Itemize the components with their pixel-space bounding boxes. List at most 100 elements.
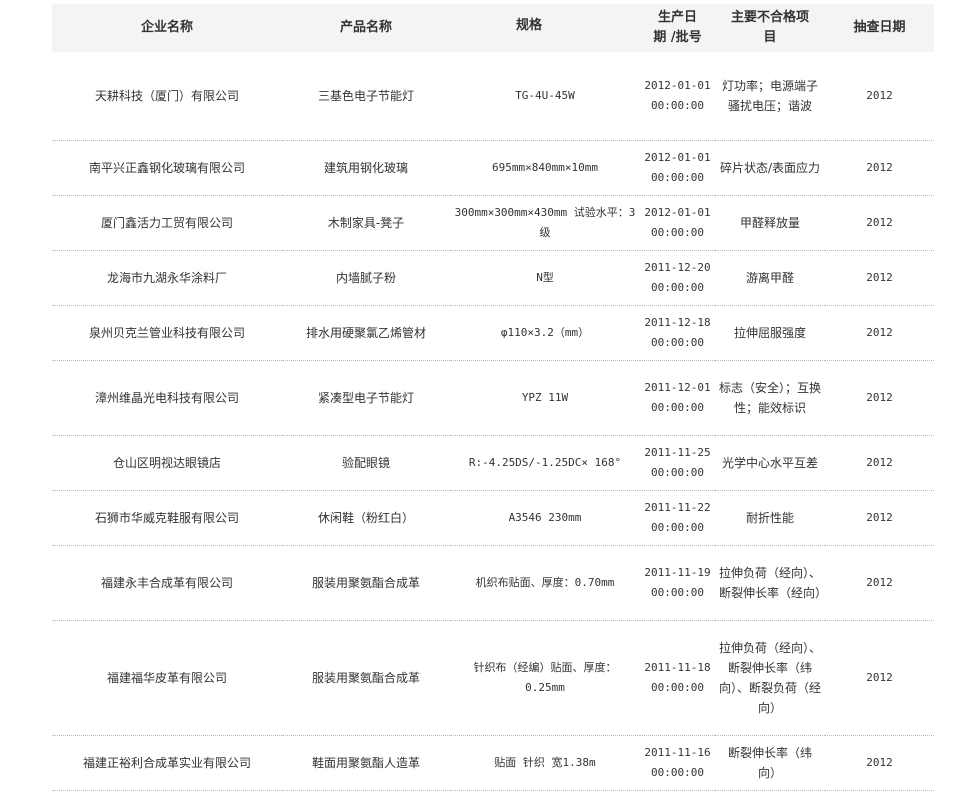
cell-spec: R:-4.25DS/-1.25DC× 168° [450, 435, 640, 491]
cell-spec: 机织布贴面、厚度：0.70mm [450, 545, 640, 621]
cell-company: 漳州维晶光电科技有限公司 [52, 360, 282, 436]
cell-spec: YPZ 11W [450, 360, 640, 436]
header-date-batch-line2: 期 /批号 [653, 30, 702, 45]
production-date: 2012-01-01 [644, 78, 711, 92]
production-time: 00:00:00 [651, 170, 704, 184]
table-row: 龙海市九湖永华涂料厂 内墙腻子粉 N型 2011-12-20 00:00:00 游离甲醛 2… [52, 250, 934, 306]
inspection-table: 企业名称 产品名称 规格 生产日期 /批号 主要不合格项目 抽查日期 天耕科技（… [52, 4, 934, 791]
cell-check-date: 2012 [825, 305, 934, 361]
table-row: 仓山区明视达眼镜店 验配眼镜 R:-4.25DS/-1.25DC× 168° 2011… [52, 435, 934, 491]
cell-company: 龙海市九湖永华涂料厂 [52, 250, 282, 306]
cell-production-date: 2012-01-01 00:00:00 [640, 195, 715, 251]
cell-company: 厦门鑫活力工贸有限公司 [52, 195, 282, 251]
header-date-batch: 生产日期 /批号 [640, 4, 715, 52]
cell-product: 内墙腻子粉 [282, 250, 450, 306]
cell-product: 排水用硬聚氯乙烯管材 [282, 305, 450, 361]
cell-defects: 灯功率；电源端子骚扰电压；谐波 [715, 52, 825, 141]
cell-product: 紧凑型电子节能灯 [282, 360, 450, 436]
cell-check-date: 2012 [825, 435, 934, 491]
header-product-label: 产品名称 [339, 20, 392, 35]
table-row: 漳州维晶光电科技有限公司 紧凑型电子节能灯 YPZ 11W 2011-12-01 00:… [52, 360, 934, 436]
production-time: 00:00:00 [651, 400, 704, 414]
cell-defects: 甲醛释放量 [715, 195, 825, 251]
cell-spec: 针织布（经编）贴面、厚度：0.25mm [450, 620, 640, 736]
cell-production-date: 2012-01-01 00:00:00 [640, 52, 715, 141]
cell-product: 服装用聚氨酯合成革 [282, 620, 450, 736]
cell-company: 福建永丰合成革有限公司 [52, 545, 282, 621]
header-check-date-label: 抽查日期 [853, 20, 906, 35]
header-date-batch-line1: 生产日 [657, 10, 697, 25]
cell-production-date: 2011-12-01 00:00:00 [640, 360, 715, 436]
production-time: 00:00:00 [651, 680, 704, 694]
production-time: 00:00:00 [651, 225, 704, 239]
table-header-row: 企业名称 产品名称 规格 生产日期 /批号 主要不合格项目 抽查日期 [52, 4, 934, 52]
cell-product: 验配眼镜 [282, 435, 450, 491]
cell-defects: 光学中心水平互差 [715, 435, 825, 491]
header-defects-line2: 目 [763, 30, 777, 45]
header-defects-line1: 主要不合格项 [730, 10, 809, 25]
cell-check-date: 2012 [825, 620, 934, 736]
cell-check-date: 2012 [825, 52, 934, 141]
cell-production-date: 2011-11-18 00:00:00 [640, 620, 715, 736]
production-date: 2011-11-25 [644, 445, 711, 459]
production-date: 2012-01-01 [644, 205, 711, 219]
header-defects: 主要不合格项目 [715, 4, 825, 52]
cell-check-date: 2012 [825, 250, 934, 306]
cell-spec: 300mm×300mm×430mm 试验水平：3级 [450, 195, 640, 251]
cell-product: 休闲鞋（粉红白） [282, 490, 450, 546]
production-date: 2011-12-20 [644, 260, 711, 274]
cell-company: 石狮市华威克鞋服有限公司 [52, 490, 282, 546]
header-spec: 规格 [450, 4, 640, 52]
cell-production-date: 2011-12-18 00:00:00 [640, 305, 715, 361]
table-row: 福建永丰合成革有限公司 服装用聚氨酯合成革 机织布贴面、厚度：0.70mm 2011-… [52, 545, 934, 621]
header-spec-label: 规格 [516, 18, 543, 33]
table-row: 厦门鑫活力工贸有限公司 木制家具-凳子 300mm×300mm×430mm 试验水平… [52, 195, 934, 251]
production-time: 00:00:00 [651, 765, 704, 779]
cell-spec: A3546 230mm [450, 490, 640, 546]
production-date: 2011-11-18 [644, 660, 711, 674]
production-time: 00:00:00 [651, 465, 704, 479]
cell-defects: 拉伸负荷（经向）、断裂伸长率（纬向）、断裂负荷（经向） [715, 620, 825, 736]
cell-production-date: 2011-12-20 00:00:00 [640, 250, 715, 306]
cell-defects: 游离甲醛 [715, 250, 825, 306]
production-date: 2011-12-18 [644, 315, 711, 329]
cell-company: 仓山区明视达眼镜店 [52, 435, 282, 491]
header-product: 产品名称 [282, 4, 450, 52]
production-time: 00:00:00 [651, 280, 704, 294]
production-date: 2011-12-01 [644, 380, 711, 394]
cell-product: 木制家具-凳子 [282, 195, 450, 251]
cell-product: 服装用聚氨酯合成革 [282, 545, 450, 621]
production-date: 2012-01-01 [644, 150, 711, 164]
cell-spec: TG-4U-45W [450, 52, 640, 141]
table-body: 天耕科技（厦门）有限公司 三基色电子节能灯 TG-4U-45W 2012-01-01 0… [52, 52, 934, 791]
cell-product: 三基色电子节能灯 [282, 52, 450, 141]
production-date: 2011-11-16 [644, 745, 711, 759]
cell-spec: 695mm×840mm×10mm [450, 140, 640, 196]
cell-production-date: 2011-11-22 00:00:00 [640, 490, 715, 546]
cell-production-date: 2011-11-19 00:00:00 [640, 545, 715, 621]
production-time: 00:00:00 [651, 585, 704, 599]
cell-check-date: 2012 [825, 140, 934, 196]
production-date: 2011-11-22 [644, 500, 711, 514]
cell-defects: 拉伸屈服强度 [715, 305, 825, 361]
production-date: 2011-11-19 [644, 565, 711, 579]
production-time: 00:00:00 [651, 520, 704, 534]
cell-check-date: 2012 [825, 490, 934, 546]
cell-company: 泉州贝克兰管业科技有限公司 [52, 305, 282, 361]
cell-production-date: 2011-11-25 00:00:00 [640, 435, 715, 491]
table-row: 福建福华皮革有限公司 服装用聚氨酯合成革 针织布（经编）贴面、厚度：0.25mm 20… [52, 620, 934, 736]
cell-spec: N型 [450, 250, 640, 306]
header-company: 企业名称 [52, 4, 282, 52]
table-row: 泉州贝克兰管业科技有限公司 排水用硬聚氯乙烯管材 φ110×3.2（mm） 2011-… [52, 305, 934, 361]
cell-production-date: 2012-01-01 00:00:00 [640, 140, 715, 196]
table-row: 石狮市华威克鞋服有限公司 休闲鞋（粉红白） A3546 230mm 2011-11-2… [52, 490, 934, 546]
cell-defects: 耐折性能 [715, 490, 825, 546]
production-time: 00:00:00 [651, 335, 704, 349]
cell-defects: 标志（安全）；互换性；能效标识 [715, 360, 825, 436]
inspection-table-container: 企业名称 产品名称 规格 生产日期 /批号 主要不合格项目 抽查日期 天耕科技（… [52, 4, 934, 791]
header-check-date: 抽查日期 [825, 4, 934, 52]
cell-check-date: 2012 [825, 545, 934, 621]
production-time: 00:00:00 [651, 98, 704, 112]
cell-defects: 拉伸负荷（经向）、断裂伸长率（经向） [715, 545, 827, 621]
cell-spec: φ110×3.2（mm） [450, 305, 640, 361]
